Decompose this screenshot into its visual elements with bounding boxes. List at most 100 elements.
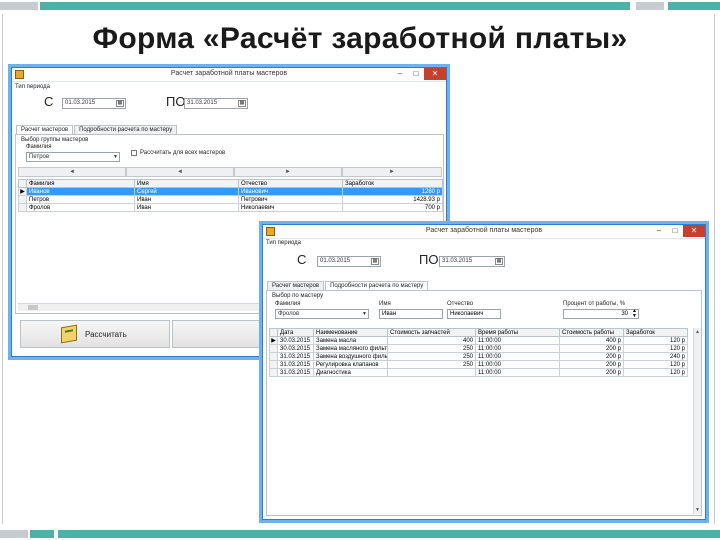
cell-work-time[interactable]: 11:00:00 — [475, 344, 560, 353]
cell-date[interactable]: 30.03.2015 — [277, 336, 314, 345]
cell-work-name[interactable]: Замена масляного фильтра — [313, 344, 388, 353]
calendar-icon[interactable]: ▦ — [116, 100, 124, 107]
column-header[interactable]: Заработок — [623, 328, 688, 337]
column-header[interactable]: Фамилия — [26, 179, 135, 188]
cell-work-name[interactable]: Замена воздушного фильтра — [313, 352, 388, 361]
surname-select[interactable]: Фролов ▼ — [275, 309, 369, 319]
tab-master-details[interactable]: Подробности расчета по мастеру — [325, 281, 429, 290]
from-date-picker[interactable]: 01.03.2015 ▦ — [62, 98, 126, 109]
vertical-scrollbar[interactable]: ▲ ▼ — [693, 328, 701, 514]
cell-work-time[interactable]: 11:00:00 — [475, 336, 560, 345]
cell-surname[interactable]: Иванов — [26, 187, 135, 196]
cell-parts-cost[interactable]: 250 — [387, 360, 476, 369]
column-header[interactable]: Отчество — [238, 179, 343, 188]
table-row[interactable]: 30.03.2015 Замена масляного фильтра 250 … — [269, 344, 688, 353]
top-decoration — [0, 2, 720, 10]
cell-work-name[interactable]: Диагностика — [313, 368, 388, 377]
tab-masters-calc[interactable]: Расчет мастеров — [16, 125, 74, 134]
cell-parts-cost[interactable]: 400 — [387, 336, 476, 345]
cell-surname[interactable]: Фролов — [26, 203, 135, 212]
cell-name[interactable]: Сергей — [134, 187, 239, 196]
tab-masters-calc[interactable]: Расчет мастеров — [267, 281, 325, 290]
cell-date[interactable]: 31.03.2015 — [277, 360, 314, 369]
details-window: Расчет заработной платы мастеров – □ ✕ Т… — [262, 224, 706, 520]
to-date-picker[interactable]: 31.03.2015 ▦ — [184, 98, 248, 109]
nav-next-button[interactable]: ► — [234, 167, 342, 177]
maximize-button[interactable]: □ — [408, 68, 424, 80]
chevron-down-icon[interactable]: ▼ — [362, 310, 367, 318]
cell-work-time[interactable]: 11:00:00 — [475, 368, 560, 377]
nav-first-button[interactable]: ◄ — [18, 167, 126, 177]
cell-surname[interactable]: Петров — [26, 195, 135, 204]
cell-earnings[interactable]: 1280 р — [342, 187, 443, 196]
cell-work-cost[interactable]: 200 р — [559, 344, 624, 353]
column-header[interactable]: Стоимость работы — [559, 328, 624, 337]
stepper-arrows-icon[interactable]: ▲ ▼ — [632, 309, 637, 319]
cell-date[interactable]: 30.03.2015 — [277, 344, 314, 353]
column-header[interactable]: Время работы — [475, 328, 560, 337]
column-header[interactable]: Стоимость запчастей — [387, 328, 476, 337]
table-row[interactable]: 31.03.2015 Замена воздушного фильтра 250… — [269, 352, 688, 361]
surname-select[interactable]: Петров ▼ — [26, 152, 120, 162]
cell-name[interactable]: Иван — [134, 203, 239, 212]
cell-patronymic[interactable]: Николаевич — [238, 203, 343, 212]
minimize-button[interactable]: – — [392, 68, 408, 80]
tab-master-details[interactable]: Подробности расчета по мастеру — [74, 125, 178, 134]
cell-patronymic[interactable]: Петрович — [238, 195, 343, 204]
from-date-picker[interactable]: 01.03.2015 ▦ — [317, 256, 381, 267]
nav-prev-button[interactable]: ◄ — [126, 167, 234, 177]
cell-earnings[interactable]: 120 р — [623, 360, 688, 369]
cell-parts-cost[interactable]: 250 — [387, 344, 476, 353]
cell-work-time[interactable]: 11:00:00 — [475, 360, 560, 369]
cell-patronymic[interactable]: Иванович — [238, 187, 343, 196]
close-button[interactable]: ✕ — [424, 68, 446, 80]
calendar-icon[interactable]: ▦ — [371, 258, 379, 265]
column-header[interactable]: Заработок — [342, 179, 443, 188]
calendar-icon[interactable]: ▦ — [495, 258, 503, 265]
masters-grid: Фамилия Имя Отчество Заработок ▶ Иванов … — [18, 179, 443, 212]
chevron-down-icon[interactable]: ▼ — [113, 153, 118, 161]
cell-earnings[interactable]: 700 р — [342, 203, 443, 212]
cell-parts-cost[interactable] — [387, 368, 476, 377]
table-row[interactable]: ▶ 30.03.2015 Замена масла 400 11:00:00 4… — [269, 336, 688, 345]
maximize-button[interactable]: □ — [667, 225, 683, 237]
patronymic-field[interactable]: Николаевич — [447, 309, 501, 319]
nav-last-button[interactable]: ► — [342, 167, 442, 177]
all-masters-checkbox[interactable] — [131, 150, 137, 156]
cell-earnings[interactable]: 1428.93 р — [342, 195, 443, 204]
column-header[interactable]: Имя — [134, 179, 239, 188]
cell-date[interactable]: 31.03.2015 — [277, 368, 314, 377]
cell-earnings[interactable]: 120 р — [623, 344, 688, 353]
secondary-button[interactable] — [172, 320, 272, 348]
cell-work-cost[interactable]: 200 р — [559, 368, 624, 377]
scroll-down-icon[interactable]: ▼ — [695, 507, 700, 513]
right-rule — [714, 14, 715, 524]
calculate-button[interactable]: Рассчитать — [20, 320, 170, 348]
cell-earnings[interactable]: 120 р — [623, 336, 688, 345]
calendar-icon[interactable]: ▦ — [238, 100, 246, 107]
table-row[interactable]: Петров Иван Петрович 1428.93 р — [18, 195, 443, 204]
cell-work-cost[interactable]: 200 р — [559, 352, 624, 361]
cell-earnings[interactable]: 240 р — [623, 352, 688, 361]
to-date-picker[interactable]: 31.03.2015 ▦ — [439, 256, 505, 267]
close-button[interactable]: ✕ — [683, 225, 705, 237]
cell-work-name[interactable]: Замена масла — [313, 336, 388, 345]
cell-date[interactable]: 31.03.2015 — [277, 352, 314, 361]
table-row[interactable]: Фролов Иван Николаевич 700 р — [18, 203, 443, 212]
name-field[interactable]: Иван — [379, 309, 443, 319]
cell-work-cost[interactable]: 200 р — [559, 360, 624, 369]
table-row[interactable]: 31.03.2015 Регулировка клапанов 250 11:0… — [269, 360, 688, 369]
column-header[interactable]: Наименование — [313, 328, 388, 337]
table-row[interactable]: ▶ Иванов Сергей Иванович 1280 р — [18, 187, 443, 196]
column-header[interactable]: Дата — [277, 328, 314, 337]
percent-stepper[interactable]: 30 ▲ ▼ — [563, 309, 639, 319]
minimize-button[interactable]: – — [651, 225, 667, 237]
scroll-up-icon[interactable]: ▲ — [695, 329, 700, 335]
cell-work-cost[interactable]: 400 р — [559, 336, 624, 345]
table-row[interactable]: 31.03.2015 Диагностика 11:00:00 200 р 12… — [269, 368, 688, 377]
cell-work-time[interactable]: 11:00:00 — [475, 352, 560, 361]
cell-earnings[interactable]: 120 р — [623, 368, 688, 377]
cell-work-name[interactable]: Регулировка клапанов — [313, 360, 388, 369]
cell-parts-cost[interactable]: 250 — [387, 352, 476, 361]
cell-name[interactable]: Иван — [134, 195, 239, 204]
